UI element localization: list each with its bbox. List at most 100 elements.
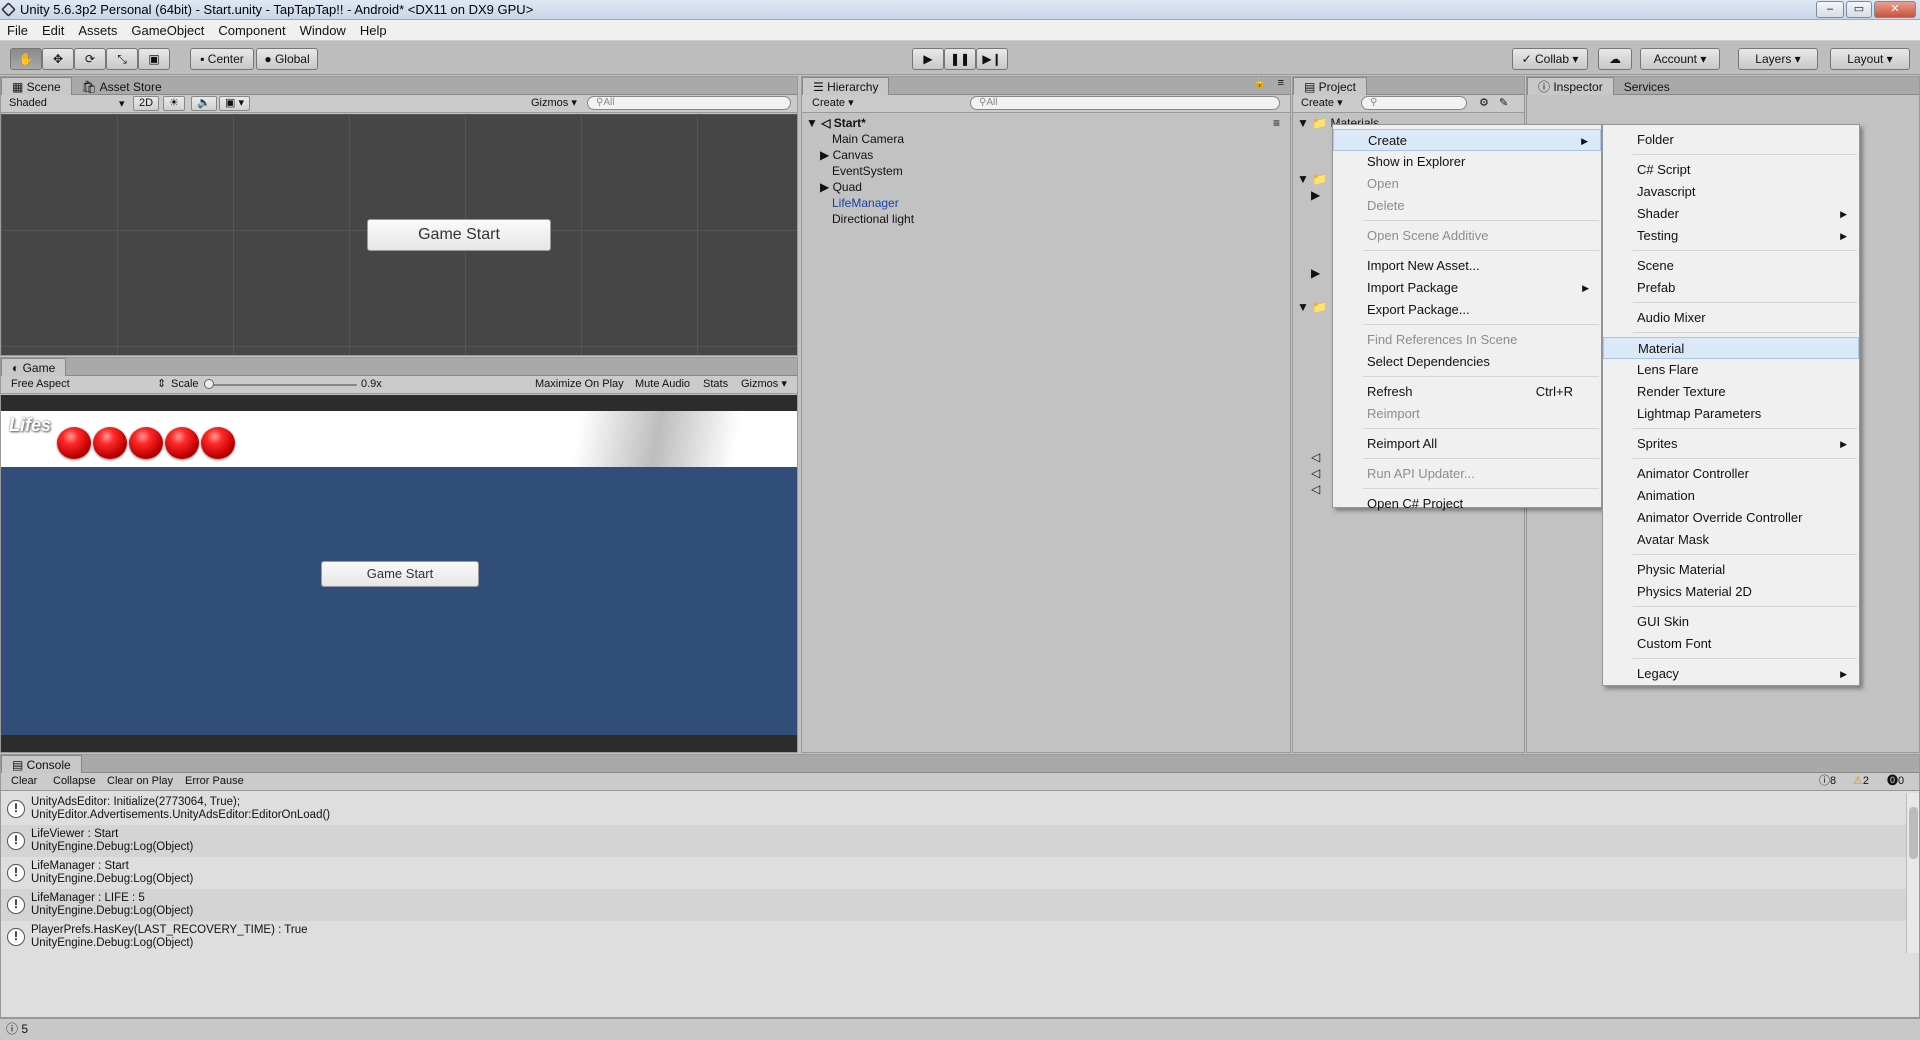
menu-help[interactable]: Help [353, 20, 394, 41]
menu-item-import-package[interactable]: Import Package ▶ [1333, 277, 1601, 299]
project-search-input[interactable]: ⚲ [1361, 96, 1467, 110]
warning-filter-toggle[interactable]: ⚠2 [1853, 773, 1869, 790]
menu-assets[interactable]: Assets [71, 20, 124, 41]
menu-item-show-in-explorer[interactable]: Show in Explorer [1333, 151, 1601, 173]
aspect-dropdown[interactable]: Free Aspect [11, 376, 70, 393]
hierarchy-create-dropdown[interactable]: Create ▾ [812, 95, 854, 112]
menu-file[interactable]: File [0, 20, 35, 41]
scene-menu-icon[interactable]: ≡ [1273, 115, 1280, 131]
scale-slider[interactable] [207, 384, 357, 386]
create-item-animation[interactable]: Animation [1603, 485, 1859, 507]
menu-item-create[interactable]: Create ▶ [1333, 129, 1601, 151]
create-item-testing[interactable]: Testing ▶ [1603, 225, 1859, 247]
console-scrollbar-thumb[interactable] [1909, 807, 1918, 859]
hierarchy-item-main-camera[interactable]: Main Camera [832, 131, 904, 147]
pivot-center-button[interactable]: ▪ Center [190, 48, 254, 70]
create-item-shader[interactable]: Shader ▶ [1603, 203, 1859, 225]
mode-2d-toggle[interactable]: 2D [133, 96, 160, 111]
game-gizmos-dropdown[interactable]: Gizmos ▾ [741, 376, 787, 393]
project-folder[interactable]: ▼ 📁 [1297, 171, 1327, 187]
console-clear-button[interactable]: Clear [11, 773, 37, 790]
cloud-icon[interactable]: ☁ [1598, 48, 1632, 70]
create-item-material[interactable]: Material [1603, 337, 1859, 359]
project-create-dropdown[interactable]: Create ▾ [1301, 95, 1343, 112]
menu-item-open-c-project[interactable]: Open C# Project [1333, 493, 1601, 515]
hierarchy-item-canvas[interactable]: ▶ Canvas [820, 147, 873, 163]
menu-item-select-dependencies[interactable]: Select Dependencies [1333, 351, 1601, 373]
scene-root-item[interactable]: ▼ ◁ Start* ≡ [806, 115, 1290, 131]
create-item-lightmap-parameters[interactable]: Lightmap Parameters [1603, 403, 1859, 425]
move-tool-icon[interactable]: ✥ [42, 48, 74, 70]
maximize-button[interactable]: ▭ [1846, 1, 1872, 18]
lock-icon[interactable]: 🔒 [1254, 78, 1266, 89]
close-button[interactable]: ✕ [1874, 1, 1916, 18]
hierarchy-item-quad[interactable]: ▶ Quad [820, 179, 862, 195]
shading-mode-dropdown[interactable]: Shaded [9, 95, 47, 112]
scene-asset-icon[interactable]: ◁ [1311, 449, 1320, 465]
create-item-lens-flare[interactable]: Lens Flare [1603, 359, 1859, 381]
hierarchy-search-input[interactable]: ⚲All [970, 96, 1280, 110]
maximize-on-play-toggle[interactable]: Maximize On Play [535, 376, 624, 393]
hierarchy-item-directional-light[interactable]: Directional light [832, 211, 914, 227]
effects-toggle-icon[interactable]: ▣ ▾ [219, 96, 250, 111]
tab-console[interactable]: ▤ Console [1, 755, 82, 773]
step-button[interactable]: ▶❙ [976, 48, 1008, 70]
play-button[interactable]: ▶ [912, 48, 944, 70]
create-item-custom-font[interactable]: Custom Font [1603, 633, 1859, 655]
expand-arrow-icon[interactable]: ▶ [820, 180, 829, 194]
filter-label-icon[interactable]: ✎ [1499, 95, 1508, 112]
scale-tool-icon[interactable]: ⤡ [106, 48, 138, 70]
hierarchy-item-lifemanager[interactable]: LifeManager [832, 195, 899, 211]
hand-tool-icon[interactable]: ✋ [10, 48, 42, 70]
error-filter-toggle[interactable]: ⓿0 [1887, 773, 1904, 790]
stats-toggle[interactable]: Stats [703, 376, 728, 393]
menu-edit[interactable]: Edit [35, 20, 71, 41]
create-item-legacy[interactable]: Legacy ▶ [1603, 663, 1859, 685]
account-dropdown[interactable]: Account ▾ [1640, 48, 1720, 70]
game-viewport[interactable]: Lifes Game Start [1, 395, 797, 752]
filter-type-icon[interactable]: ⚙ [1479, 95, 1489, 112]
expand-arrow-icon[interactable]: ▶ [820, 148, 829, 162]
create-item-animator-override-controller[interactable]: Animator Override Controller [1603, 507, 1859, 529]
create-item-render-texture[interactable]: Render Texture [1603, 381, 1859, 403]
game-start-button[interactable]: Game Start [321, 561, 479, 587]
layout-dropdown[interactable]: Layout ▾ [1830, 48, 1910, 70]
menu-gameobject[interactable]: GameObject [124, 20, 211, 41]
rotate-tool-icon[interactable]: ⟳ [74, 48, 106, 70]
console-error-pause-toggle[interactable]: Error Pause [185, 773, 244, 790]
menu-window[interactable]: Window [293, 20, 353, 41]
create-item-folder[interactable]: Folder [1603, 129, 1859, 151]
console-log-entry[interactable]: ! LifeManager : Start UnityEngine.Debug:Lo… [1, 857, 1906, 889]
rect-tool-icon[interactable]: ▣ [138, 48, 170, 70]
expand-arrow-icon[interactable]: ▶ [1311, 265, 1320, 281]
console-scrollbar[interactable] [1906, 793, 1919, 953]
scene-game-start-button[interactable]: Game Start [367, 219, 551, 251]
panel-menu-icon[interactable]: ≡ [1278, 77, 1284, 89]
create-item-avatar-mask[interactable]: Avatar Mask [1603, 529, 1859, 551]
console-log-entry[interactable]: ! LifeViewer : Start UnityEngine.Debug:Log… [1, 825, 1906, 857]
tab-inspector[interactable]: ⓘ Inspector [1527, 77, 1614, 95]
tab-services[interactable]: Services [1614, 78, 1680, 96]
console-clear-on-play-toggle[interactable]: Clear on Play [107, 773, 173, 790]
create-item-scene[interactable]: Scene [1603, 255, 1859, 277]
create-item-physics-material-2d[interactable]: Physics Material 2D [1603, 581, 1859, 603]
create-item-physic-material[interactable]: Physic Material [1603, 559, 1859, 581]
create-item-c-script[interactable]: C# Script [1603, 159, 1859, 181]
tab-game[interactable]: ◐ Game [1, 358, 67, 376]
collab-dropdown[interactable]: ✓ Collab ▾ [1512, 48, 1588, 70]
menu-item-refresh[interactable]: Refresh Ctrl+R [1333, 381, 1601, 403]
hierarchy-item-eventsystem[interactable]: EventSystem [832, 163, 903, 179]
lighting-toggle-icon[interactable]: ☀ [163, 96, 185, 111]
mute-audio-toggle[interactable]: Mute Audio [635, 376, 690, 393]
menu-item-reimport-all[interactable]: Reimport All [1333, 433, 1601, 455]
pivot-global-button[interactable]: ● Global [256, 48, 318, 70]
create-item-javascript[interactable]: Javascript [1603, 181, 1859, 203]
scene-viewport[interactable]: Game Start [1, 114, 797, 355]
scene-gizmos-dropdown[interactable]: Gizmos ▾ [531, 95, 577, 112]
minimize-button[interactable]: – [1816, 1, 1844, 18]
tab-project[interactable]: ▤ Project [1293, 77, 1368, 95]
create-item-prefab[interactable]: Prefab [1603, 277, 1859, 299]
tab-hierarchy[interactable]: ☰ Hierarchy [802, 77, 890, 95]
menu-item-import-new-asset[interactable]: Import New Asset... [1333, 255, 1601, 277]
create-item-sprites[interactable]: Sprites ▶ [1603, 433, 1859, 455]
